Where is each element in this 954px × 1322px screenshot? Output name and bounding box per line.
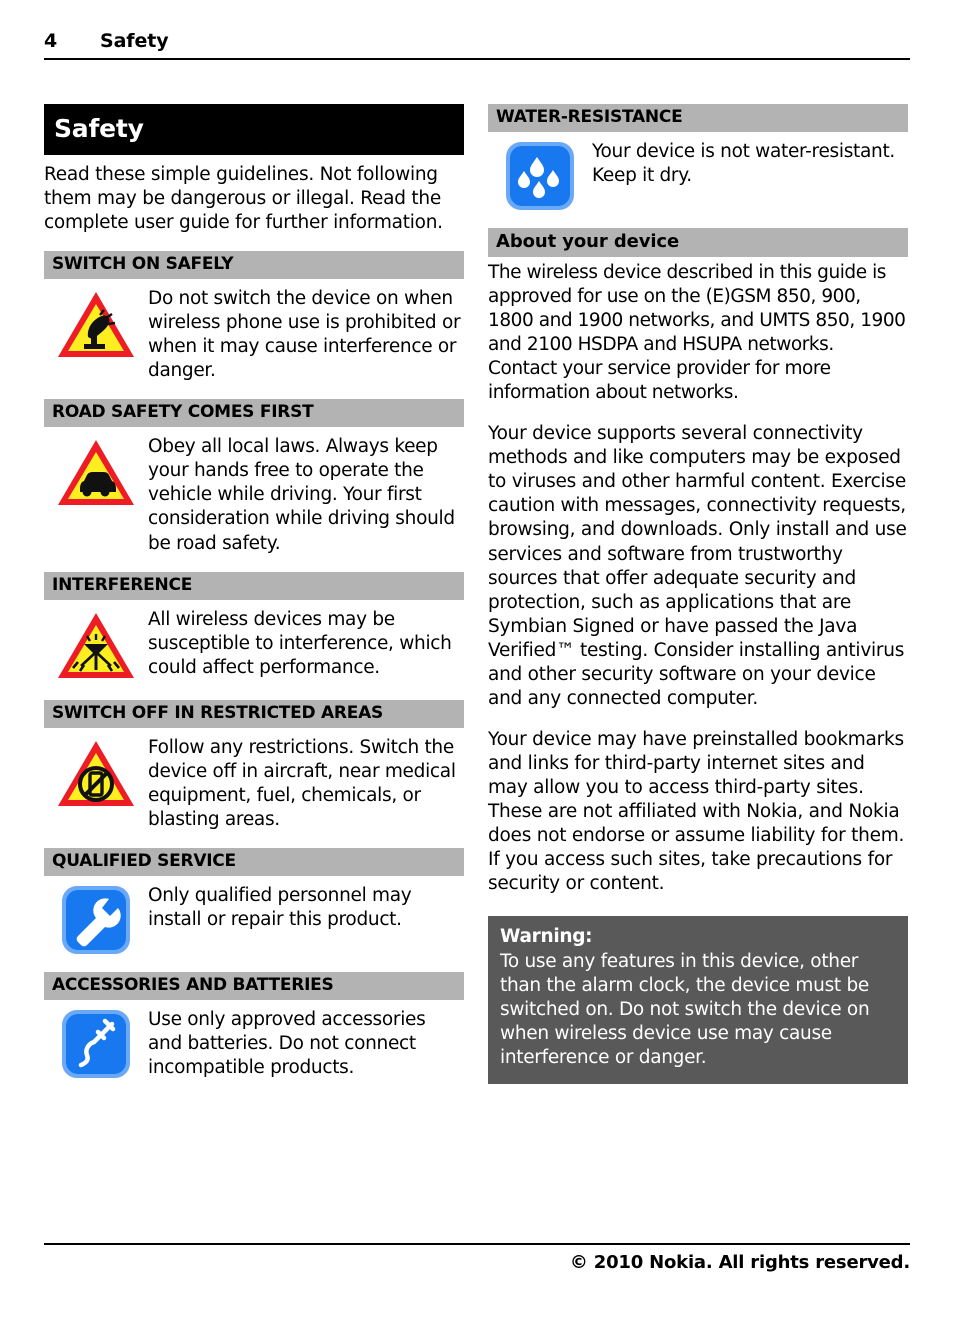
section-text-road-safety: Obey all local laws. Always keep your ha… <box>148 436 455 554</box>
blue-wrench-icon <box>44 882 148 956</box>
warning-triangle-interference-icon <box>44 606 148 684</box>
footer-rule <box>44 1243 910 1245</box>
section-heading-qualified-service: QUALIFIED SERVICE <box>44 847 464 876</box>
section-heading-about-your-device: About your device <box>488 228 908 257</box>
footer-copyright: © 2010 Nokia. All rights reserved. <box>569 1252 910 1273</box>
document-page: 4 Safety Safety Read these simple guidel… <box>0 0 954 1322</box>
section-interference: All wireless devices may be susceptible … <box>44 606 464 684</box>
section-heading-accessories-batteries: ACCESSORIES AND BATTERIES <box>44 971 464 1000</box>
header-rule <box>44 58 910 60</box>
chapter-title: Safety <box>44 104 464 155</box>
intro-paragraph: Read these simple guidelines. Not follow… <box>44 164 443 234</box>
right-column: WATER-RESISTANCE Your device is not wate… <box>488 104 908 1085</box>
warning-text: To use any features in this device, othe… <box>500 951 870 1069</box>
about-paragraph-1: The wireless device described in this gu… <box>488 262 906 404</box>
section-heading-water-resistance: WATER-RESISTANCE <box>488 104 908 132</box>
section-text-water-resistance: Your device is not water-resistant. Keep… <box>592 141 896 187</box>
warning-label: Warning: <box>500 926 593 948</box>
section-text-interference: All wireless devices may be susceptible … <box>148 608 452 678</box>
warning-triangle-hand-phone-icon <box>44 285 148 363</box>
section-heading-road-safety: ROAD SAFETY COMES FIRST <box>44 399 464 428</box>
running-head: 4 Safety <box>44 30 910 52</box>
page-number: 4 <box>44 30 58 52</box>
section-heading-switch-on-safely: SWITCH ON SAFELY <box>44 251 464 280</box>
section-text-accessories-batteries: Use only approved accessories and batter… <box>148 1008 426 1078</box>
section-qualified-service: Only qualified personnel may install or … <box>44 882 464 956</box>
section-text-switch-on-safely: Do not switch the device on when wireles… <box>148 288 461 382</box>
section-text-qualified-service: Only qualified personnel may install or … <box>148 884 412 930</box>
about-paragraph-2: Your device supports several connectivit… <box>488 423 907 709</box>
running-head-chapter: Safety <box>100 30 169 52</box>
section-heading-interference: INTERFERENCE <box>44 571 464 600</box>
warning-box: Warning: To use any features in this dev… <box>488 916 908 1085</box>
blue-connector-icon <box>44 1006 148 1080</box>
warning-triangle-no-phone-icon <box>44 734 148 812</box>
section-text-switch-off-restricted: Follow any restrictions. Switch the devi… <box>148 736 456 830</box>
section-switch-off-restricted: Follow any restrictions. Switch the devi… <box>44 734 464 832</box>
left-column: Safety Read these simple guidelines. Not… <box>44 104 464 1096</box>
section-heading-switch-off-restricted: SWITCH OFF IN RESTRICTED AREAS <box>44 699 464 728</box>
blue-water-drops-icon <box>488 138 592 212</box>
section-accessories-batteries: Use only approved accessories and batter… <box>44 1006 464 1080</box>
section-road-safety: Obey all local laws. Always keep your ha… <box>44 433 464 555</box>
section-switch-on-safely: Do not switch the device on when wireles… <box>44 285 464 383</box>
about-paragraph-3: Your device may have preinstalled bookma… <box>488 728 905 895</box>
warning-triangle-car-icon <box>44 433 148 511</box>
section-water-resistance: Your device is not water-resistant. Keep… <box>488 138 908 212</box>
